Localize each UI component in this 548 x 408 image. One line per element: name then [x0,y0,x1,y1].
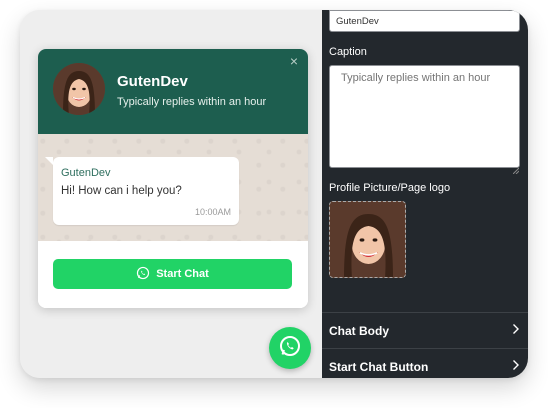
widget-caption: Typically replies within an hour [117,96,267,108]
whatsapp-icon [136,266,150,283]
logo-label: Profile Picture/Page logo [329,182,451,194]
section-label: Chat Body [329,323,389,338]
preview-area: GutenDev Typically replies within an hou… [20,10,322,378]
chat-widget: GutenDev Typically replies within an hou… [38,49,308,308]
widget-footer: Start Chat [38,241,308,308]
start-chat-label: Start Chat [156,268,209,280]
caption-textarea[interactable]: Typically replies within an hour [329,65,520,168]
whatsapp-icon [278,334,302,363]
whatsapp-fab-button[interactable] [269,327,311,369]
section-chat-body[interactable]: Chat Body [322,312,528,348]
settings-panel: GutenDev Caption Typically replies withi… [322,10,528,378]
close-icon[interactable]: × [290,53,298,69]
profile-picture-upload[interactable] [329,201,406,278]
start-chat-button[interactable]: Start Chat [53,259,292,289]
avatar [53,63,105,115]
chevron-right-icon [512,359,520,374]
section-start-chat-button[interactable]: Start Chat Button [322,348,528,378]
chat-body: GutenDev Hi! How can i help you? 10:00AM [38,134,308,241]
widget-header: GutenDev Typically replies within an hou… [38,49,308,134]
message-bubble: GutenDev Hi! How can i help you? 10:00AM [45,157,239,225]
widget-title: GutenDev [117,73,188,90]
message-text: Hi! How can i help you? [61,185,182,197]
title-input[interactable]: GutenDev [329,10,520,32]
sender-name: GutenDev [61,167,111,179]
resize-handle[interactable] [512,161,520,175]
section-label: Start Chat Button [329,359,429,374]
chevron-right-icon [512,323,520,338]
caption-label: Caption [329,46,367,58]
message-time: 10:00AM [194,207,231,217]
app-frame: GutenDev Typically replies within an hou… [20,10,528,378]
